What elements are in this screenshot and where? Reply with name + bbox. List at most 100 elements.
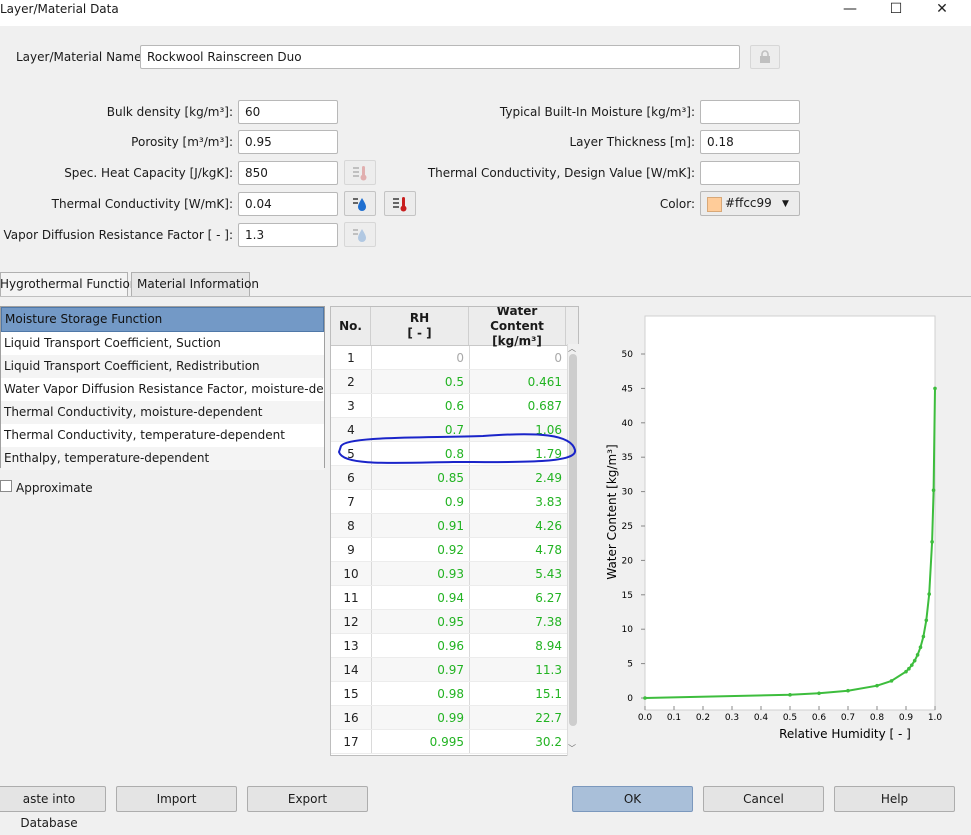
cell-water-content[interactable]: 3.83 xyxy=(470,490,567,513)
cell-rh[interactable]: 0.5 xyxy=(372,370,470,393)
table-row[interactable]: 2 0.5 0.461 xyxy=(331,370,578,394)
layer-thickness-input[interactable]: 0.18 xyxy=(700,130,800,154)
cell-no[interactable]: 11 xyxy=(331,586,372,609)
function-list[interactable]: Moisture Storage Function Liquid Transpo… xyxy=(0,306,325,470)
list-item[interactable]: Enthalpy, temperature-dependent xyxy=(1,447,324,470)
cell-water-content[interactable]: 15.1 xyxy=(470,682,567,705)
list-item[interactable]: Liquid Transport Coefficient, Suction xyxy=(1,332,324,355)
cell-no[interactable]: 3 xyxy=(331,394,372,417)
cell-no[interactable]: 16 xyxy=(331,706,372,729)
cell-water-content[interactable]: 0.687 xyxy=(470,394,567,417)
table-row[interactable]: 10 0.93 5.43 xyxy=(331,562,578,586)
lock-button[interactable] xyxy=(750,45,780,69)
list-item[interactable]: Thermal Conductivity, moisture-dependent xyxy=(1,401,324,424)
cell-water-content[interactable]: 0 xyxy=(470,346,567,369)
design-conductivity-input[interactable] xyxy=(700,161,800,185)
built-in-moisture-input[interactable] xyxy=(700,100,800,124)
cell-rh[interactable]: 0.98 xyxy=(372,682,470,705)
cell-no[interactable]: 12 xyxy=(331,610,372,633)
ok-button[interactable]: OK xyxy=(572,786,693,812)
cell-rh[interactable]: 0.995 xyxy=(372,730,470,753)
cell-water-content[interactable]: 7.38 xyxy=(470,610,567,633)
moisture-table[interactable]: No. RH [ - ] Water Content [kg/m³] 10020… xyxy=(330,306,579,756)
table-row[interactable]: 7 0.9 3.83 xyxy=(331,490,578,514)
porosity-input[interactable]: 0.95 xyxy=(238,130,338,154)
cell-rh[interactable]: 0.99 xyxy=(372,706,470,729)
list-item[interactable]: Thermal Conductivity, temperature-depend… xyxy=(1,424,324,447)
cell-no[interactable]: 1 xyxy=(331,346,372,369)
list-item[interactable]: Water Vapor Diffusion Resistance Factor,… xyxy=(1,378,324,401)
paste-into-database-button[interactable]: aste into Database xyxy=(0,786,106,830)
table-row[interactable]: 9 0.92 4.78 xyxy=(331,538,578,562)
cell-rh[interactable]: 0.6 xyxy=(372,394,470,417)
scrollbar-thumb[interactable] xyxy=(569,354,577,726)
approximate-checkbox[interactable] xyxy=(0,480,12,492)
cell-rh[interactable]: 0.96 xyxy=(372,634,470,657)
cell-no[interactable]: 14 xyxy=(331,658,372,681)
cell-water-content[interactable]: 0.461 xyxy=(470,370,567,393)
table-row[interactable]: 12 0.95 7.38 xyxy=(331,610,578,634)
minimize-button[interactable]: — xyxy=(830,0,870,20)
cell-no[interactable]: 15 xyxy=(331,682,372,705)
column-header-no[interactable]: No. xyxy=(331,307,371,345)
table-body: 1 0 0 2 0.5 0.461 3 0.6 0.687 4 0.7 1.06 5 0.8 1.79 6 0.… xyxy=(331,346,578,754)
cell-no[interactable]: 10 xyxy=(331,562,372,585)
cell-rh[interactable]: 0 xyxy=(372,346,470,369)
cell-rh[interactable]: 0.92 xyxy=(372,538,470,561)
tab-hygrothermal-functions[interactable]: Hygrothermal Functions xyxy=(0,272,144,296)
table-row[interactable]: 13 0.96 8.94 xyxy=(331,634,578,658)
cell-no[interactable]: 13 xyxy=(331,634,372,657)
cell-no[interactable]: 9 xyxy=(331,538,372,561)
cell-no[interactable]: 17 xyxy=(331,730,372,753)
heat-capacity-temp-button[interactable] xyxy=(344,160,376,185)
import-button[interactable]: Import xyxy=(116,786,237,812)
table-row[interactable]: 17 0.995 30.2 xyxy=(331,730,578,754)
x-tick-label: 0.3 xyxy=(725,713,739,723)
scroll-up-icon[interactable]: ︿ xyxy=(568,343,576,354)
table-row[interactable]: 16 0.99 22.7 xyxy=(331,706,578,730)
table-row[interactable]: 100 xyxy=(331,346,578,370)
table-row[interactable]: 3 0.6 0.687 xyxy=(331,394,578,418)
cell-rh[interactable]: 0.9 xyxy=(372,490,470,513)
tab-material-information[interactable]: Material Information xyxy=(131,272,259,296)
material-name-input[interactable]: Rockwool Rainscreen Duo xyxy=(140,45,740,69)
cell-rh[interactable]: 0.97 xyxy=(372,658,470,681)
cell-water-content[interactable]: 6.27 xyxy=(470,586,567,609)
close-button[interactable]: ✕ xyxy=(922,0,962,20)
table-row[interactable]: 15 0.98 15.1 xyxy=(331,682,578,706)
table-row[interactable]: 14 0.97 11.3 xyxy=(331,658,578,682)
table-row[interactable]: 11 0.94 6.27 xyxy=(331,586,578,610)
table-row[interactable]: 8 0.91 4.26 xyxy=(331,514,578,538)
cell-rh[interactable]: 0.95 xyxy=(372,610,470,633)
column-header-rh[interactable]: RH [ - ] xyxy=(371,307,469,345)
cell-no[interactable]: 2 xyxy=(331,370,372,393)
bulk-density-input[interactable]: 60 xyxy=(238,100,338,124)
export-button[interactable]: Export xyxy=(247,786,368,812)
cell-no[interactable]: 8 xyxy=(331,514,372,537)
scroll-down-icon[interactable]: ﹀ xyxy=(568,743,576,754)
help-button[interactable]: Help xyxy=(834,786,955,812)
column-header-water-content[interactable]: Water Content [kg/m³] xyxy=(469,307,566,348)
thermal-conductivity-temp-button[interactable] xyxy=(384,191,416,216)
list-item[interactable]: Moisture Storage Function xyxy=(1,307,324,332)
vapor-diffusion-input[interactable]: 1.3 xyxy=(238,223,338,247)
heat-capacity-input[interactable]: 850 xyxy=(238,161,338,185)
thermal-conductivity-input[interactable]: 0.04 xyxy=(238,192,338,216)
cell-water-content[interactable]: 4.26 xyxy=(470,514,567,537)
cell-water-content[interactable]: 22.7 xyxy=(470,706,567,729)
maximize-button[interactable]: ☐ xyxy=(876,0,916,20)
cell-water-content[interactable]: 4.78 xyxy=(470,538,567,561)
cell-water-content[interactable]: 8.94 xyxy=(470,634,567,657)
vapor-diffusion-moisture-button[interactable] xyxy=(344,222,376,247)
cell-rh[interactable]: 0.91 xyxy=(372,514,470,537)
list-item[interactable]: Liquid Transport Coefficient, Redistribu… xyxy=(1,355,324,378)
cell-water-content[interactable]: 30.2 xyxy=(470,730,567,753)
chart-point xyxy=(918,645,923,650)
cell-rh[interactable]: 0.94 xyxy=(372,586,470,609)
cell-no[interactable]: 7 xyxy=(331,490,372,513)
cell-water-content[interactable]: 11.3 xyxy=(470,658,567,681)
thermal-conductivity-moisture-button[interactable] xyxy=(344,191,376,216)
cancel-button[interactable]: Cancel xyxy=(703,786,824,812)
cell-rh[interactable]: 0.93 xyxy=(372,562,470,585)
cell-water-content[interactable]: 5.43 xyxy=(470,562,567,585)
